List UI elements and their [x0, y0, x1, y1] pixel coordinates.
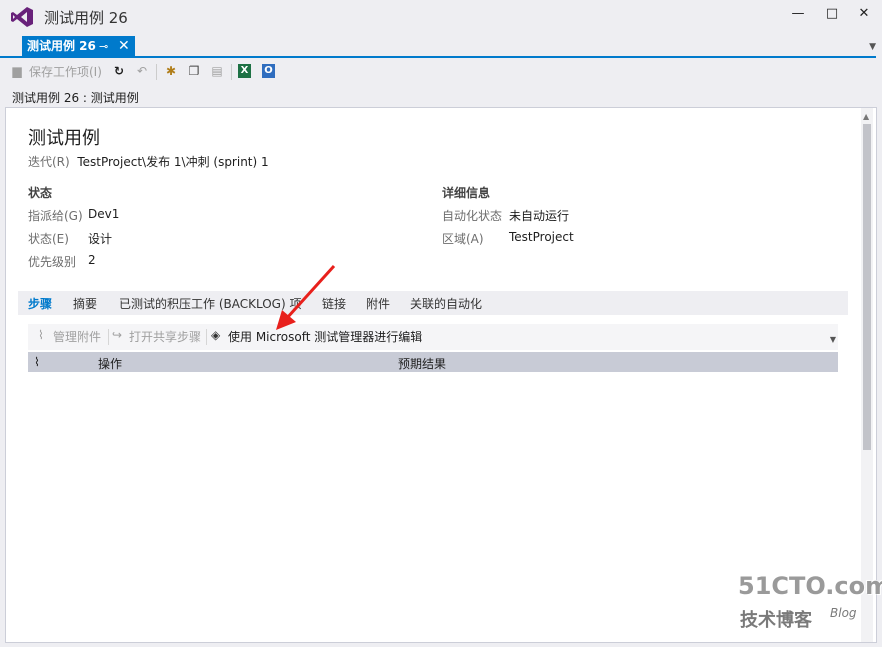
manage-attachments-button[interactable]: 管理附件: [53, 328, 101, 345]
document-tab-label: 测试用例 26: [27, 39, 96, 53]
watermark-subtitle: 技术博客: [740, 610, 812, 631]
watermark-site: 51CTO.com: [738, 572, 882, 600]
assigned-to-field[interactable]: Dev1: [88, 207, 119, 221]
automation-status-label: 自动化状态: [442, 209, 503, 223]
close-tab-icon[interactable]: ✕: [118, 36, 130, 57]
iteration-row: 迭代(R) TestProject\发布 1\冲刺 (sprint) 1: [28, 153, 269, 170]
watermark: 51CTO.com 技术博客 Blog: [738, 572, 882, 634]
state-label: 状态(E): [28, 232, 69, 246]
iteration-label: 迭代(R): [28, 155, 70, 169]
watermark-blog: Blog: [830, 606, 857, 620]
save-icon: ▆: [12, 64, 22, 78]
tab-summary[interactable]: 摘要: [73, 295, 97, 312]
paperclip-icon: ⌇: [38, 328, 44, 342]
undo-icon[interactable]: ↶: [134, 63, 150, 79]
window-title: 测试用例 26: [44, 9, 128, 27]
open-arrow-icon: ↪: [112, 328, 123, 342]
vertical-scrollbar[interactable]: ▲: [861, 108, 873, 642]
refresh-icon[interactable]: ↻: [111, 63, 127, 79]
work-item-form: 测试用例 迭代(R) TestProject\发布 1\冲刺 (sprint) …: [5, 107, 877, 643]
priority-field[interactable]: 2: [88, 253, 96, 267]
automation-status-value: 未自动运行: [509, 209, 570, 223]
toolbar-separator: [108, 329, 109, 345]
priority-label: 优先级别: [28, 255, 77, 269]
test-manager-icon: ◈: [211, 328, 221, 342]
area-label: 区域(A): [442, 232, 484, 246]
toolbar-separator: [156, 64, 157, 80]
tab-list-dropdown-icon[interactable]: ▼: [869, 42, 876, 52]
steps-grid-header: ⌇ 操作 预期结果: [28, 352, 838, 372]
form-tabs: 步骤 摘要 已测试的积压工作 (BACKLOG) 项 链接 附件 关联的自动化: [18, 291, 848, 315]
maximize-button[interactable]: □: [820, 4, 844, 24]
tab-steps[interactable]: 步骤: [28, 295, 52, 312]
iteration-field[interactable]: TestProject\发布 1\冲刺 (sprint) 1: [77, 155, 268, 169]
visual-studio-logo-icon: [11, 7, 33, 27]
attachment-column-icon: ⌇: [34, 355, 40, 369]
page-title: 测试用例: [28, 128, 100, 149]
minimize-button[interactable]: —: [786, 4, 810, 24]
copy-work-item-icon[interactable]: ❐: [186, 63, 202, 79]
toolbar-separator: [231, 64, 232, 80]
save-work-item-button[interactable]: 保存工作项(I): [29, 62, 102, 82]
edit-with-mtm-button[interactable]: 使用 Microsoft 测试管理器进行编辑: [228, 328, 422, 345]
tab-tested-backlog-items[interactable]: 已测试的积压工作 (BACKLOG) 项: [119, 295, 301, 312]
email-work-item-icon[interactable]: ▤: [209, 63, 225, 79]
breadcrumb: 测试用例 26 : 测试用例: [12, 91, 139, 105]
toolbar-separator: [206, 329, 207, 345]
title-bar: 测试用例 26 — □ ✕: [0, 0, 882, 34]
state-field[interactable]: 设计: [88, 230, 112, 247]
new-linked-work-item-icon[interactable]: ✱: [163, 63, 179, 79]
details-section-heading: 详细信息: [442, 186, 491, 200]
scroll-up-icon[interactable]: ▲: [863, 112, 869, 121]
document-tab-row: 测试用例 26 ⊸ ✕ ▼: [0, 34, 882, 58]
status-section-heading: 状态: [28, 186, 53, 200]
area-field[interactable]: TestProject: [509, 230, 574, 244]
open-in-outlook-icon[interactable]: O: [262, 64, 275, 78]
tab-links[interactable]: 链接: [322, 295, 346, 312]
close-window-button[interactable]: ✕: [852, 4, 876, 24]
tab-attachments[interactable]: 附件: [366, 295, 390, 312]
open-shared-steps-button[interactable]: 打开共享步骤: [129, 328, 201, 345]
column-header-expected-result[interactable]: 预期结果: [398, 355, 446, 372]
steps-toolbar-overflow-icon[interactable]: ▼: [830, 335, 836, 344]
tab-associated-automation[interactable]: 关联的自动化: [410, 295, 482, 312]
pin-tab-icon[interactable]: ⊸: [99, 36, 108, 57]
steps-toolbar: ⌇ 管理附件 ↪ 打开共享步骤 ◈ 使用 Microsoft 测试管理器进行编辑…: [28, 324, 838, 350]
scrollbar-thumb[interactable]: [863, 124, 871, 450]
assigned-to-label: 指派给(G): [28, 209, 83, 223]
column-header-action[interactable]: 操作: [98, 355, 122, 372]
document-tab[interactable]: 测试用例 26 ⊸ ✕: [22, 36, 135, 57]
toolbar: ▆ 保存工作项(I) ↻ ↶ ✱ ❐ ▤ X O: [0, 60, 882, 84]
open-in-excel-icon[interactable]: X: [238, 64, 251, 78]
tab-underline: [0, 56, 876, 58]
